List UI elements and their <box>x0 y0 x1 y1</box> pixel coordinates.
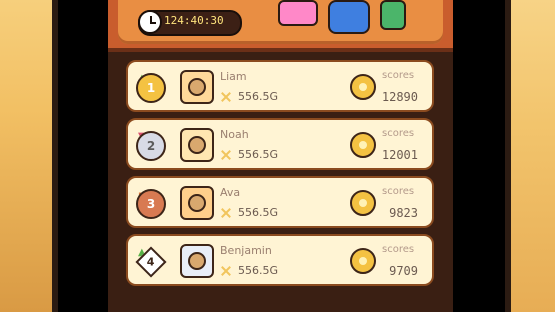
avatar <box>180 70 214 104</box>
sword-icon <box>220 91 232 103</box>
rank-badge: 4 <box>135 246 167 278</box>
score-medal-icon <box>350 190 376 216</box>
power-value: 556.5G <box>238 264 279 277</box>
sword-icon <box>220 207 232 219</box>
right-backdrop <box>505 0 555 312</box>
power-value: 556.5G <box>238 206 279 219</box>
power-row: 556.5G <box>220 206 278 219</box>
banner-characters <box>278 0 418 44</box>
diamond-icon: 4 <box>135 246 167 278</box>
score-value: 9823 <box>389 206 418 220</box>
leaderboard-row[interactable]: 3 Ava 556.5G scores 9823 <box>126 176 434 228</box>
left-backdrop <box>0 0 58 312</box>
power-row: 556.5G <box>220 90 278 103</box>
power-row: 556.5G <box>220 148 278 161</box>
avatar <box>180 128 214 162</box>
avatar <box>180 244 214 278</box>
leaderboard-row[interactable]: 2 Noah 556.5G scores 12001 <box>126 118 434 170</box>
character-green <box>380 0 406 30</box>
score-medal-icon <box>350 74 376 100</box>
event-timer: 124:40:30 <box>138 10 242 36</box>
clock-icon <box>138 10 162 34</box>
rank-badge: 3 <box>136 189 166 219</box>
player-name: Benjamin <box>220 244 272 257</box>
sword-icon <box>220 149 232 161</box>
avatar <box>180 186 214 220</box>
rank-number: 2 <box>146 139 156 153</box>
score-medal-icon <box>350 248 376 274</box>
score-value: 12890 <box>381 90 418 104</box>
score-value: 12001 <box>381 148 418 162</box>
rank-number: 1 <box>146 81 156 95</box>
power-value: 556.5G <box>238 148 279 161</box>
banner-inner: 124:40:30 <box>118 0 443 44</box>
power-value: 556.5G <box>238 90 279 103</box>
rank-badge: 2 <box>136 131 166 161</box>
leaderboard-row[interactable]: 4 Benjamin 556.5G scores 9709 <box>126 234 434 286</box>
power-row: 556.5G <box>220 264 278 277</box>
score-medal-icon <box>350 132 376 158</box>
player-name: Ava <box>220 186 241 199</box>
score-value: 9709 <box>389 264 418 278</box>
scores-label: scores <box>382 70 415 81</box>
rank-number: 4 <box>147 255 155 269</box>
timer-text: 124:40:30 <box>164 14 224 27</box>
sword-icon <box>220 265 232 277</box>
scores-label: scores <box>382 128 415 139</box>
top-banner: 124:40:30 <box>108 0 453 52</box>
player-name: Noah <box>220 128 249 141</box>
character-blue <box>328 0 370 34</box>
player-name: Liam <box>220 70 247 83</box>
scores-label: scores <box>382 186 415 197</box>
character-pink <box>278 0 318 26</box>
rank-number: 3 <box>146 197 156 211</box>
scores-label: scores <box>382 244 415 255</box>
rank-badge: 1 <box>136 73 166 103</box>
leaderboard-screen: 124:40:30 1 Liam 556.5G scores 12890 <box>108 0 453 312</box>
leaderboard-row[interactable]: 1 Liam 556.5G scores 12890 <box>126 60 434 112</box>
